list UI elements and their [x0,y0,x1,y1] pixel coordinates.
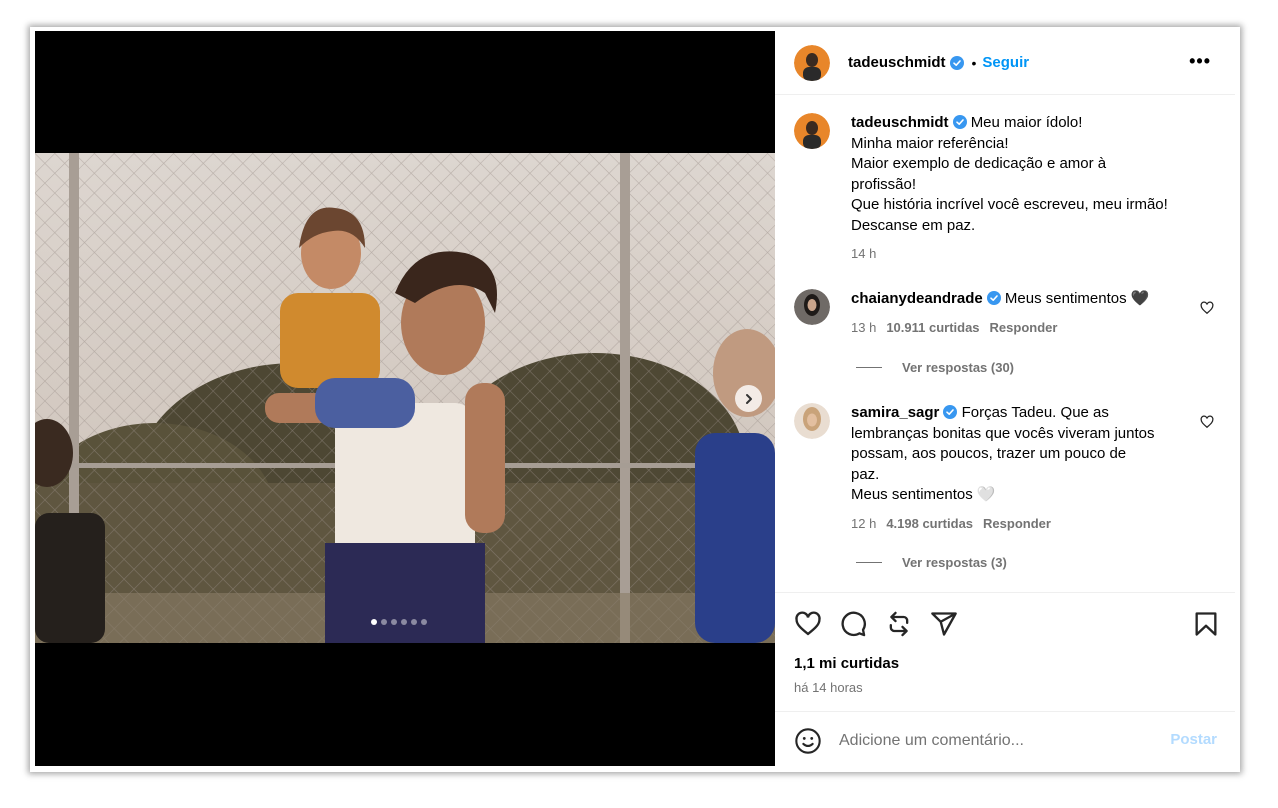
comment-icon[interactable] [839,610,867,638]
comment-composer: Postar [775,711,1235,766]
view-replies-label: Ver respostas (30) [902,360,1015,375]
author-avatar[interactable] [794,44,830,81]
caption-line: Maior exemplo de dedicação e amor à [851,155,1107,172]
comment-text: Meus sentimentos 🖤 [1004,290,1150,307]
commenter-avatar[interactable] [794,289,830,325]
comment-item: chaianydeandrade Meus sentimentos 🖤 13 h… [794,289,1214,349]
likes-count[interactable]: 1,1 mi curtidas [794,655,899,672]
reply-button[interactable]: Responder [990,320,1058,335]
repost-icon[interactable] [885,610,913,638]
comment-like-icon[interactable] [1200,415,1214,429]
header-separator: • [971,54,977,71]
heart-icon[interactable] [794,610,822,638]
comment-text: possam, aos poucos, trazer um pouco de [851,445,1127,462]
comment-input[interactable] [839,729,1139,753]
post-time: há 14 horas [794,680,863,695]
post-header: tadeuschmidt • Seguir ••• [775,31,1235,95]
post-photo [35,153,775,643]
view-replies-button[interactable]: Ver respostas (3) [856,555,1007,570]
comment-likes[interactable]: 10.911 curtidas [886,320,979,335]
caption-author-avatar[interactable] [794,113,830,149]
share-icon[interactable] [930,610,958,638]
verified-badge-icon [986,291,1001,305]
chevron-right-icon [745,393,752,404]
replies-divider [856,367,882,368]
post-caption: tadeuschmidt Meu maior ídolo! Minha maio… [794,113,1214,273]
post-actions: 1,1 mi curtidas há 14 horas [775,592,1235,712]
emoji-icon[interactable] [794,727,822,755]
view-replies-button[interactable]: Ver respostas (30) [856,360,1014,375]
caption-body: tadeuschmidt Meu maior ídolo! Minha maio… [851,113,1206,265]
caption-line: Meu maior ídolo! [970,114,1083,131]
author-username[interactable]: tadeuschmidt [848,54,946,71]
carousel-dot [401,619,407,625]
caption-username[interactable]: tadeuschmidt [851,114,949,131]
comment-meta: 13 h 10.911 curtidas Responder [851,318,1206,339]
replies-divider [856,562,882,563]
comment-body: chaianydeandrade Meus sentimentos 🖤 13 h… [851,289,1206,338]
carousel-indicator [371,619,427,625]
comments-list: tadeuschmidt Meu maior ídolo! Minha maio… [775,96,1235,591]
carousel-dot [411,619,417,625]
caption-time: 14 h [851,246,877,261]
view-replies-label: Ver respostas (3) [902,555,1007,570]
caption-line: Minha maior referência! [851,134,1009,152]
commenter-username[interactable]: samira_sagr [851,404,939,421]
carousel-dot [381,619,387,625]
carousel-dot [371,619,377,625]
comment-item: samira_sagr Forças Tadeu. Que as lembran… [794,403,1214,543]
carousel-dot [391,619,397,625]
caption-meta: 14 h [851,244,1206,265]
caption-line: Que história incrível você escreveu, meu… [851,196,1168,213]
caption-line: Descanse em paz. [851,216,976,234]
comment-time: 13 h [851,319,877,335]
post-comment-button[interactable]: Postar [1170,731,1217,748]
comment-text: paz. [851,465,880,483]
comment-time: 12 h [851,515,877,531]
post-media [35,31,775,766]
more-options-icon[interactable]: ••• [1189,51,1211,72]
comment-likes[interactable]: 4.198 curtidas [886,516,973,531]
reply-button[interactable]: Responder [983,516,1051,531]
carousel-dot [421,619,427,625]
commenter-username[interactable]: chaianydeandrade [851,290,983,307]
comment-text: Forças Tadeu. Que as [961,404,1109,421]
post-side-panel: tadeuschmidt • Seguir ••• tadeuschmidt M… [775,31,1235,766]
bookmark-icon[interactable] [1192,610,1220,638]
commenter-avatar[interactable] [794,403,830,439]
comment-body: samira_sagr Forças Tadeu. Que as lembran… [851,403,1206,534]
comment-text: Meus sentimentos 🤍 [851,486,996,503]
comment-like-icon[interactable] [1200,301,1214,315]
verified-badge-icon [943,405,958,419]
follow-button[interactable]: Seguir [982,54,1029,71]
comment-text: lembranças bonitas que vocês viveram jun… [851,424,1155,442]
carousel-next-button[interactable] [735,385,762,412]
verified-badge-icon [949,55,964,70]
comment-meta: 12 h 4.198 curtidas Responder [851,514,1206,535]
verified-badge-icon [952,115,967,129]
caption-line: profissão! [851,175,917,193]
